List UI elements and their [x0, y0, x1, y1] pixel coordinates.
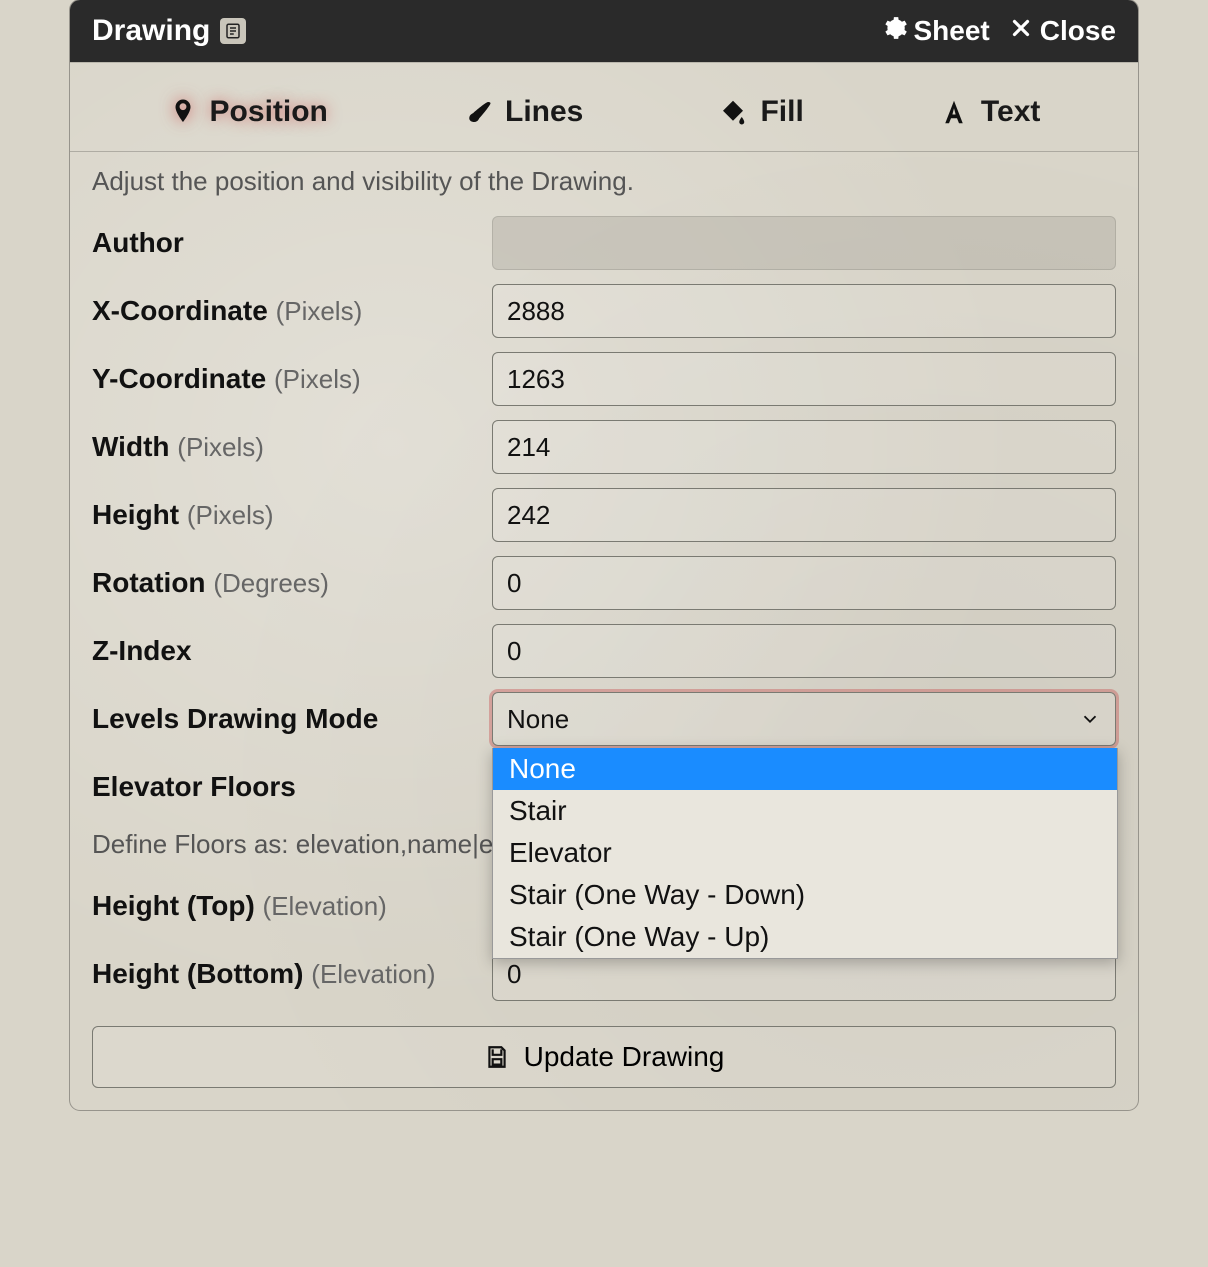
- levels-mode-option[interactable]: Stair: [493, 790, 1117, 832]
- levels-mode-option[interactable]: Stair (One Way - Up): [493, 916, 1117, 958]
- levels-mode-dropdown: NoneStairElevatorStair (One Way - Down)S…: [492, 748, 1118, 959]
- sheet-label: Sheet: [914, 15, 990, 47]
- levels-mode-label: Levels Drawing Mode: [92, 703, 378, 734]
- x-label: X-Coordinate: [92, 295, 268, 326]
- id-document-icon[interactable]: [220, 18, 246, 44]
- rotation-input[interactable]: [492, 556, 1116, 610]
- author-label: Author: [92, 227, 184, 258]
- tab-text-label: Text: [981, 95, 1040, 129]
- tab-lines-label: Lines: [505, 95, 583, 129]
- update-drawing-button[interactable]: Update Drawing: [92, 1026, 1116, 1088]
- height-top-label: Height (Top): [92, 890, 255, 921]
- x-units: (Pixels): [276, 296, 363, 326]
- elevator-floors-label: Elevator Floors: [92, 771, 296, 802]
- tab-lines[interactable]: Lines: [453, 91, 593, 133]
- close-icon: [1008, 15, 1034, 48]
- height-units: (Pixels): [187, 500, 274, 530]
- text-icon: [939, 97, 969, 127]
- form-body: Adjust the position and visibility of th…: [70, 152, 1138, 1110]
- brush-icon: [463, 97, 493, 127]
- height-label: Height: [92, 499, 179, 530]
- levels-mode-option[interactable]: Stair (One Way - Down): [493, 874, 1117, 916]
- levels-mode-select[interactable]: None: [492, 692, 1116, 746]
- y-label: Y-Coordinate: [92, 363, 266, 394]
- zindex-label: Z-Index: [92, 635, 192, 666]
- update-drawing-label: Update Drawing: [524, 1041, 725, 1073]
- sheet-button[interactable]: Sheet: [882, 15, 990, 48]
- chevron-down-icon: [1079, 708, 1101, 730]
- tab-fill-label: Fill: [760, 95, 803, 129]
- y-input[interactable]: [492, 352, 1116, 406]
- author-field: [492, 216, 1116, 270]
- width-label: Width: [92, 431, 170, 462]
- tab-bar: Position Lines Fill Text: [70, 62, 1138, 152]
- x-input[interactable]: [492, 284, 1116, 338]
- rotation-units: (Degrees): [213, 568, 329, 598]
- y-units: (Pixels): [274, 364, 361, 394]
- zindex-input[interactable]: [492, 624, 1116, 678]
- close-button[interactable]: Close: [1008, 15, 1116, 48]
- height-bottom-label: Height (Bottom): [92, 958, 304, 989]
- width-input[interactable]: [492, 420, 1116, 474]
- tab-fill[interactable]: Fill: [708, 91, 813, 133]
- levels-mode-selected: None: [507, 704, 569, 735]
- section-hint: Adjust the position and visibility of th…: [92, 166, 1116, 197]
- save-icon: [484, 1044, 510, 1070]
- titlebar: Drawing Sheet Close: [70, 0, 1138, 62]
- close-label: Close: [1040, 15, 1116, 47]
- levels-mode-option[interactable]: Elevator: [493, 832, 1117, 874]
- rotation-label: Rotation: [92, 567, 206, 598]
- tab-position-label: Position: [210, 95, 328, 129]
- height-top-units: (Elevation): [263, 891, 387, 921]
- width-units: (Pixels): [177, 432, 264, 462]
- pin-icon: [168, 97, 198, 127]
- fill-icon: [718, 97, 748, 127]
- tab-position[interactable]: Position: [158, 91, 338, 133]
- height-input[interactable]: [492, 488, 1116, 542]
- window-title: Drawing: [92, 14, 210, 48]
- height-bottom-units: (Elevation): [311, 959, 435, 989]
- gear-icon: [882, 15, 908, 48]
- drawing-config-window: Drawing Sheet Close Position: [70, 0, 1138, 1110]
- tab-text[interactable]: Text: [929, 91, 1050, 133]
- levels-mode-option[interactable]: None: [493, 748, 1117, 790]
